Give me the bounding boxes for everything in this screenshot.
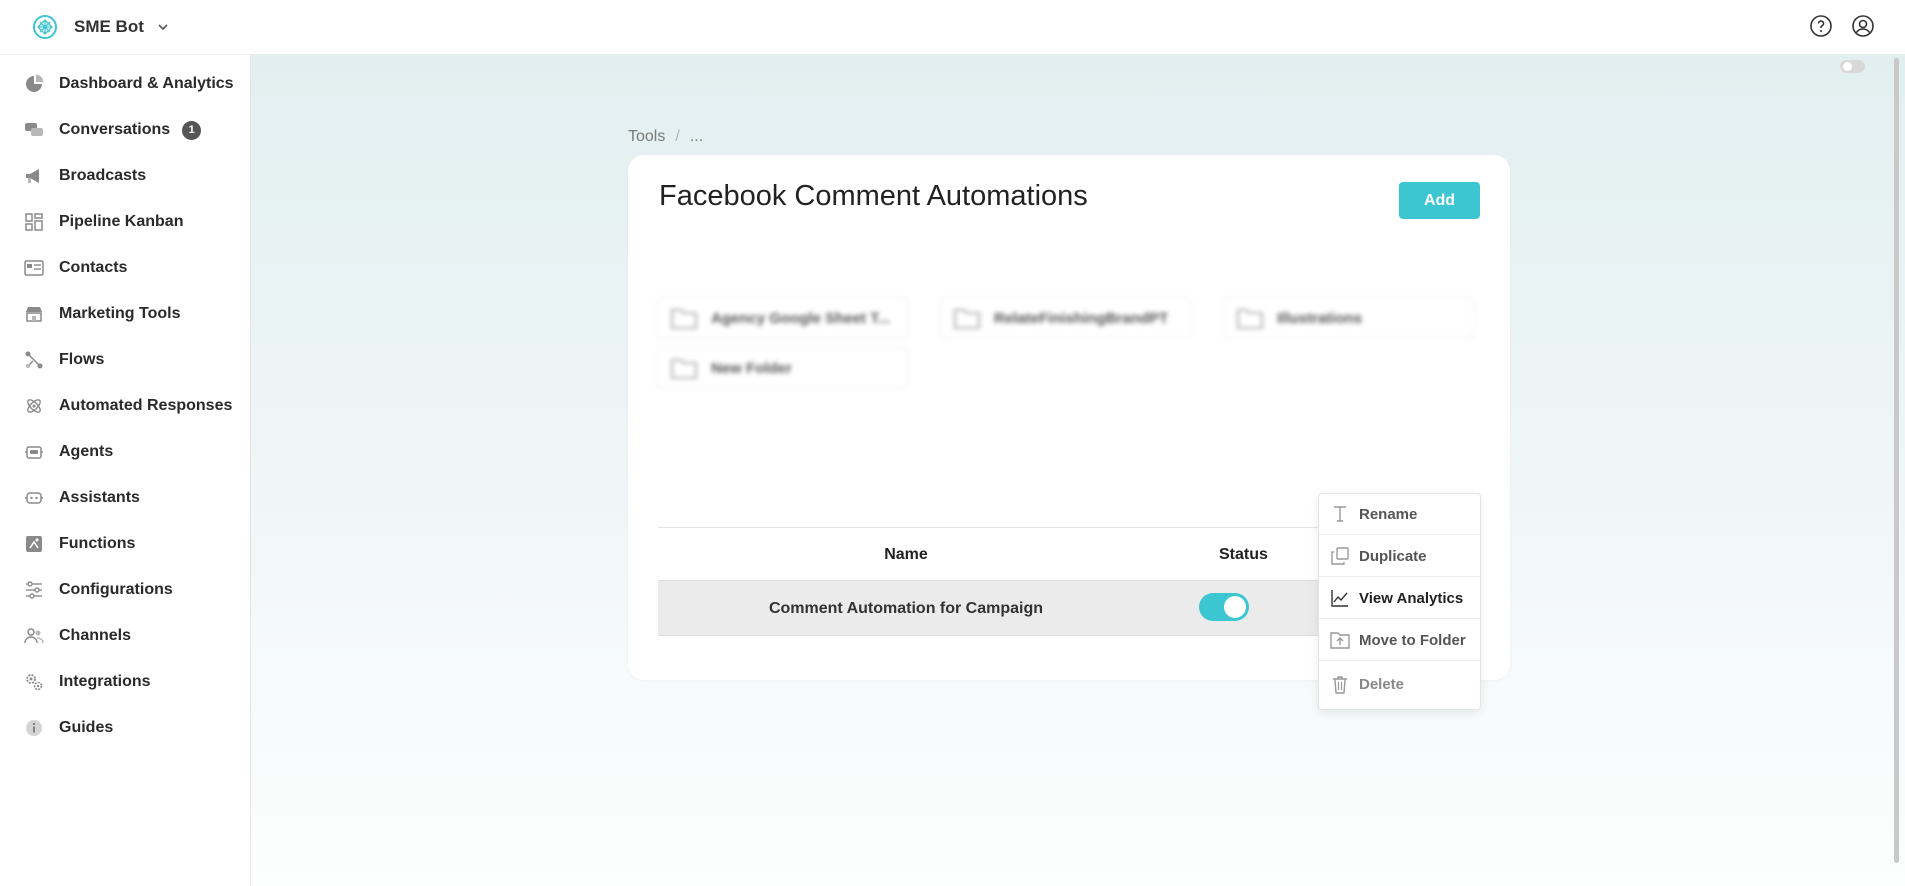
sidebar-item-contacts[interactable]: Contacts	[0, 248, 250, 288]
menu-item-label: View Analytics	[1359, 589, 1464, 607]
chat-bubbles-icon	[23, 119, 45, 141]
folder-move-icon	[1330, 632, 1350, 649]
page-title: Facebook Comment Automations	[659, 180, 1088, 212]
kanban-icon	[23, 211, 45, 233]
breadcrumb-separator: /	[675, 128, 680, 145]
folder-name: RelateFinishingBrandPT	[994, 309, 1169, 327]
menu-item-label: Rename	[1359, 505, 1418, 523]
copy-icon	[1331, 547, 1349, 565]
sidebar-item-label: Pipeline Kanban	[59, 213, 184, 230]
menu-item-view-analytics[interactable]: View Analytics	[1319, 578, 1480, 619]
automation-name: Comment Automation for Campaign	[768, 600, 1044, 617]
sidebar-item-dashboard[interactable]: Dashboard & Analytics	[0, 64, 250, 104]
flow-nodes-icon	[23, 349, 45, 371]
sidebar-item-label: Conversations	[59, 121, 171, 138]
pie-chart-icon	[23, 73, 45, 95]
megaphone-icon	[23, 165, 45, 187]
sidebar-item-label: Dashboard & Analytics	[59, 75, 234, 92]
sidebar-item-label: Functions	[59, 535, 136, 552]
chevron-down-icon	[158, 24, 168, 31]
contact-card-icon	[23, 257, 45, 279]
folder-icon	[1237, 309, 1263, 329]
workspace-name: SME Bot	[74, 17, 144, 36]
menu-item-label: Move to Folder	[1359, 631, 1466, 649]
status-toggle[interactable]	[1199, 593, 1249, 621]
folder-item[interactable]: RelateFinishingBrandPT	[939, 297, 1192, 339]
user-account-icon[interactable]	[1851, 14, 1875, 38]
sidebar-item-label: Integrations	[59, 673, 151, 690]
sidebar-item-label: Configurations	[59, 581, 173, 598]
sidebar-item-flows[interactable]: Flows	[0, 340, 250, 380]
function-icon	[23, 533, 45, 555]
sidebar-item-label: Automated Responses	[59, 397, 233, 414]
trash-icon	[1333, 675, 1347, 694]
sidebar-item-channels[interactable]: Channels	[0, 616, 250, 656]
text-cursor-icon	[1334, 506, 1346, 522]
gears-icon	[23, 671, 45, 693]
sidebar: Dashboard & Analytics Conversations 1 Br…	[0, 55, 251, 886]
sidebar-item-functions[interactable]: Functions	[0, 524, 250, 564]
folder-name: Illustrations	[1277, 309, 1363, 327]
sidebar-item-broadcasts[interactable]: Broadcasts	[0, 156, 250, 196]
menu-item-delete[interactable]: Delete	[1319, 664, 1480, 705]
unread-badge: 1	[182, 120, 202, 140]
users-icon	[23, 625, 45, 647]
sidebar-item-label: Guides	[59, 719, 114, 736]
folder-icon	[671, 359, 697, 379]
folder-item[interactable]: Illustrations	[1222, 297, 1475, 339]
sidebar-item-label: Contacts	[59, 259, 128, 276]
row-context-menu: Rename Duplicate View Analytics Move to …	[1318, 493, 1481, 710]
assistant-bot-icon	[23, 487, 45, 509]
menu-item-rename[interactable]: Rename	[1319, 494, 1480, 535]
sliders-icon	[23, 579, 45, 601]
sidebar-item-label: Broadcasts	[59, 167, 147, 184]
sidebar-item-pipeline-kanban[interactable]: Pipeline Kanban	[0, 202, 250, 242]
menu-item-duplicate[interactable]: Duplicate	[1319, 536, 1480, 577]
help-icon[interactable]	[1809, 14, 1833, 38]
menu-item-move-to-folder[interactable]: Move to Folder	[1319, 620, 1480, 661]
storefront-icon	[23, 303, 45, 325]
menu-item-label: Delete	[1359, 676, 1405, 693]
sidebar-item-configurations[interactable]: Configurations	[0, 570, 250, 610]
atom-icon	[23, 395, 45, 417]
column-header-name[interactable]: Name	[658, 546, 1154, 564]
sidebar-item-label: Assistants	[59, 489, 140, 506]
folder-name: Agency Google Sheet T...	[711, 309, 891, 327]
sidebar-item-integrations[interactable]: Integrations	[0, 662, 250, 702]
column-header-status[interactable]: Status	[1219, 546, 1268, 564]
sidebar-item-conversations[interactable]: Conversations 1	[0, 110, 250, 150]
breadcrumb: Tools / ...	[628, 128, 703, 146]
workspace-switcher[interactable]: SME Bot	[32, 14, 170, 40]
folder-item[interactable]: New Folder	[656, 347, 909, 389]
menu-item-label: Duplicate	[1359, 547, 1427, 565]
sidebar-item-label: Marketing Tools	[59, 305, 181, 322]
agent-robot-icon	[23, 441, 45, 463]
sidebar-item-assistants[interactable]: Assistants	[0, 478, 250, 518]
info-icon	[23, 717, 45, 739]
folder-name: New Folder	[711, 359, 792, 377]
line-chart-icon	[1331, 590, 1348, 607]
toggle-knob	[1224, 596, 1246, 618]
sidebar-item-label: Agents	[59, 443, 114, 460]
folder-icon	[671, 309, 697, 329]
add-button[interactable]: Add	[1399, 182, 1480, 219]
folder-icon	[954, 309, 980, 329]
top-bar: SME Bot	[0, 0, 1905, 55]
toggle-knob	[1843, 62, 1852, 71]
page-scrollbar[interactable]	[1894, 58, 1899, 863]
sidebar-item-guides[interactable]: Guides	[0, 708, 250, 748]
sidebar-item-agents[interactable]: Agents	[0, 432, 250, 472]
sidebar-item-automated-responses[interactable]: Automated Responses	[0, 386, 250, 426]
sidebar-item-label: Channels	[59, 627, 132, 644]
breadcrumb-tools-link[interactable]: Tools	[628, 128, 665, 146]
sidebar-item-label: Flows	[59, 351, 105, 368]
breadcrumb-current: ...	[689, 128, 704, 145]
folder-item[interactable]: Agency Google Sheet T...	[656, 297, 909, 339]
brain-logo-icon	[33, 15, 57, 39]
theme-toggle[interactable]	[1840, 60, 1865, 73]
sidebar-item-marketing-tools[interactable]: Marketing Tools	[0, 294, 250, 334]
